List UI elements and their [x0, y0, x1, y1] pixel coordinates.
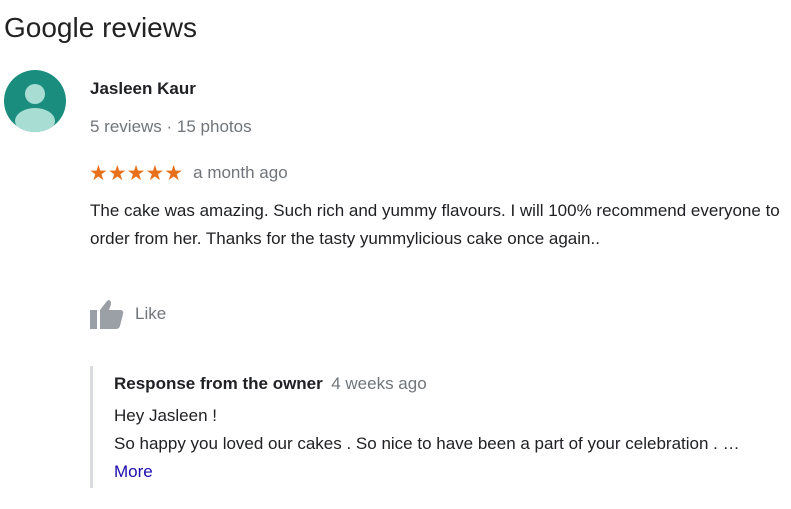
page-title: Google reviews	[4, 12, 197, 43]
star-rating: ★★★★★	[89, 161, 184, 185]
like-button[interactable]: Like	[89, 298, 166, 330]
review-time: a month ago	[193, 163, 288, 182]
like-label: Like	[135, 304, 167, 323]
avatar[interactable]	[4, 70, 66, 132]
user-silhouette-icon	[15, 84, 55, 132]
response-time: 4 weeks ago	[331, 374, 427, 393]
review-text: The cake was amazing. Such rich and yumm…	[90, 201, 780, 248]
rating-row: ★★★★★ a month ago	[89, 160, 288, 186]
response-owner-label: Response from the owner	[114, 374, 323, 393]
response-text: Hey Jasleen ! So happy you loved our cak…	[114, 402, 779, 486]
response-greeting: Hey Jasleen !	[114, 406, 217, 425]
reviewer-name[interactable]: Jasleen Kaur	[90, 79, 196, 99]
thumbs-up-icon	[90, 300, 124, 329]
reviewer-meta: 5 reviews · 15 photos	[90, 117, 252, 136]
more-link[interactable]: More	[114, 462, 153, 481]
owner-response: Response from the owner 4 weeks ago Hey …	[90, 366, 780, 488]
response-body: So happy you loved our cakes . So nice t…	[114, 434, 740, 453]
response-header: Response from the owner 4 weeks ago	[114, 374, 427, 394]
